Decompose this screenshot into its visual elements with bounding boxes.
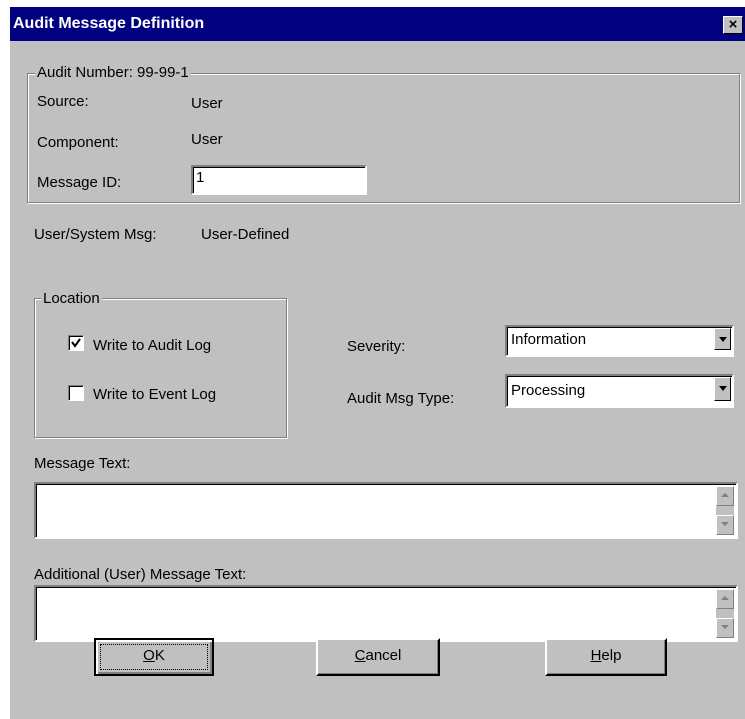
- help-button-label: Help: [590, 647, 622, 664]
- write-audit-log-checkbox[interactable]: [68, 335, 84, 351]
- audit-msg-type-dropdown[interactable]: Processing: [505, 374, 734, 408]
- severity-value: Information: [511, 331, 587, 348]
- close-button[interactable]: ×: [723, 16, 743, 34]
- ok-button-label: OK: [143, 647, 165, 664]
- ok-button[interactable]: OK: [94, 638, 214, 676]
- checkmark-icon: [71, 338, 81, 348]
- message-text-scroll-down-button[interactable]: [716, 515, 734, 535]
- message-text-scroll-up-button[interactable]: [716, 486, 734, 506]
- dropdown-arrow-icon: [719, 337, 727, 342]
- title-bar[interactable]: Audit Message Definition ×: [10, 7, 745, 41]
- scroll-up-icon: [721, 596, 729, 600]
- user-system-msg-label: User/System Msg:: [34, 226, 157, 243]
- additional-text-scroll-up-button[interactable]: [716, 589, 734, 609]
- audit-msg-type-label: Audit Msg Type:: [347, 390, 455, 407]
- cancel-button-label: Cancel: [354, 647, 402, 664]
- additional-text-scrollbar[interactable]: [716, 589, 734, 638]
- message-id-field[interactable]: 1: [191, 165, 367, 195]
- help-button[interactable]: Help: [545, 638, 667, 676]
- close-icon: ×: [728, 16, 738, 33]
- source-value: User: [191, 95, 223, 112]
- dropdown-arrow-icon: [719, 386, 727, 391]
- message-text-scrollbar[interactable]: [716, 486, 734, 535]
- dialog-title: Audit Message Definition: [13, 15, 205, 32]
- audit-message-definition-dialog: Audit Message Definition × Audit Number:…: [10, 7, 745, 719]
- message-id-value: 1: [196, 169, 205, 186]
- audit-number-group: [27, 73, 740, 203]
- severity-dropdown[interactable]: Information: [505, 325, 734, 357]
- audit-msg-type-value: Processing: [511, 382, 586, 399]
- message-text-label: Message Text:: [34, 455, 131, 472]
- scroll-down-icon: [721, 625, 729, 629]
- severity-label: Severity:: [347, 338, 406, 355]
- write-event-log-checkbox[interactable]: [68, 385, 84, 401]
- write-audit-log-checkbox-row[interactable]: Write to Audit Log: [68, 333, 268, 355]
- source-label: Source:: [37, 93, 89, 110]
- additional-text-label: Additional (User) Message Text:: [34, 566, 247, 583]
- component-value: User: [191, 131, 223, 148]
- user-system-msg-value: User-Defined: [201, 226, 290, 243]
- location-group: [34, 298, 287, 438]
- message-id-label: Message ID:: [37, 174, 122, 191]
- scroll-down-icon: [721, 522, 729, 526]
- additional-text-scroll-down-button[interactable]: [716, 618, 734, 638]
- additional-text-area[interactable]: [34, 585, 738, 642]
- audit-msg-type-dropdown-button[interactable]: [714, 377, 731, 401]
- audit-number-legend: Audit Number: 99-99-1: [35, 64, 191, 81]
- cancel-button[interactable]: Cancel: [316, 638, 440, 676]
- write-audit-log-label: Write to Audit Log: [93, 337, 212, 354]
- scroll-up-icon: [721, 493, 729, 497]
- message-text-area[interactable]: [34, 482, 738, 539]
- severity-dropdown-button[interactable]: [714, 328, 731, 350]
- location-legend: Location: [41, 290, 102, 307]
- write-event-log-label: Write to Event Log: [93, 386, 217, 403]
- write-event-log-checkbox-row[interactable]: Write to Event Log: [68, 383, 268, 405]
- component-label: Component:: [37, 134, 119, 151]
